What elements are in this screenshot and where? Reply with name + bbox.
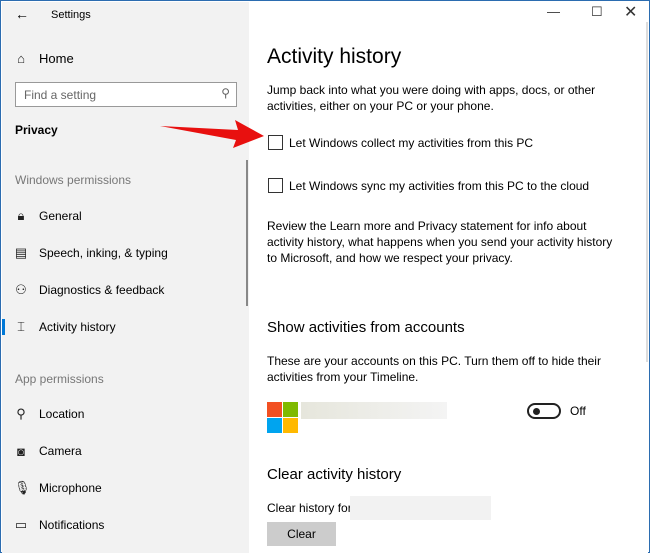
accounts-description: These are your accounts on this PC. Turn… <box>267 354 601 384</box>
minimize-button[interactable]: — <box>547 4 560 19</box>
nav-location[interactable]: ⚲ Location <box>2 399 242 429</box>
account-toggle[interactable] <box>527 403 561 419</box>
nav-label: Speech, inking, & typing <box>39 246 168 260</box>
search-input[interactable]: Find a setting ⚲ <box>15 82 237 107</box>
nav-label: Diagnostics & feedback <box>39 283 165 297</box>
location-icon: ⚲ <box>16 406 26 421</box>
sync-activities-checkbox[interactable] <box>268 178 283 193</box>
clear-heading: Clear activity history <box>267 466 402 483</box>
clear-history-for-label: Clear history for <box>267 501 352 515</box>
settings-window: ← Settings ⌂ Home Find a setting ⚲ Privac… <box>0 0 650 553</box>
category-heading: Privacy <box>15 123 58 137</box>
clipboard-icon: ▤ <box>14 245 28 260</box>
clear-button[interactable]: Clear <box>267 522 336 546</box>
sidebar-scrollbar[interactable] <box>246 160 248 306</box>
lock-icon: 🔒︎ <box>17 208 25 223</box>
nav-activity-history[interactable]: ⌶ Activity history <box>2 312 242 342</box>
nav-notifications[interactable]: ▭ Notifications <box>2 510 242 540</box>
nav-general[interactable]: 🔒︎ General <box>2 201 242 231</box>
nav-diagnostics[interactable]: ⚇ Diagnostics & feedback <box>2 275 242 305</box>
nav-label: General <box>39 209 82 223</box>
microphone-icon: 🎙︎ <box>14 480 31 495</box>
nav-label: Notifications <box>39 518 105 532</box>
page-title: Activity history <box>267 45 402 68</box>
window-title: Settings <box>51 9 91 21</box>
nav-label: Microphone <box>39 481 102 495</box>
red-arrow-annotation <box>160 120 264 148</box>
intro-text: Jump back into what you were doing with … <box>267 83 596 113</box>
review-text: Review the Learn more and Privacy statem… <box>267 219 613 265</box>
nav-microphone[interactable]: 🎙︎ Microphone <box>2 473 242 503</box>
back-button[interactable]: ← <box>15 6 29 22</box>
accounts-heading: Show activities from accounts <box>267 319 465 336</box>
camera-icon: ◙ <box>17 443 25 459</box>
nav-label: Camera <box>39 444 82 458</box>
main-scrollbar[interactable] <box>646 22 648 362</box>
nav-label: Activity history <box>39 320 116 334</box>
nav-label: Location <box>39 407 85 421</box>
search-icon: ⚲ <box>221 86 230 100</box>
nav-home[interactable]: ⌂ Home <box>2 43 242 73</box>
home-icon: ⌂ <box>17 50 25 66</box>
section-windows-permissions: Windows permissions <box>15 173 132 187</box>
feedback-icon: ⚇ <box>15 282 27 297</box>
nav-home-label: Home <box>39 50 74 66</box>
collect-activities-label: Let Windows collect my activities from t… <box>289 136 534 150</box>
maximize-button[interactable]: ☐ <box>591 4 603 20</box>
main-panel: — ☐ ✕ Activity history Jump back into wh… <box>249 2 648 553</box>
notifications-icon: ▭ <box>14 517 28 532</box>
timeline-icon: ⌶ <box>17 319 25 334</box>
account-redacted <box>350 496 491 520</box>
close-button[interactable]: ✕ <box>624 2 637 22</box>
sidebar: ← Settings ⌂ Home Find a setting ⚲ Privac… <box>2 2 249 553</box>
nav-camera[interactable]: ◙ Camera <box>2 436 242 466</box>
collect-activities-checkbox[interactable] <box>268 135 283 150</box>
toggle-state-label: Off <box>570 404 586 418</box>
sync-activities-label: Let Windows sync my activities from this… <box>289 179 590 193</box>
account-name-redacted <box>301 402 447 419</box>
section-app-permissions: App permissions <box>15 372 104 386</box>
nav-speech[interactable]: ▤ Speech, inking, & typing <box>2 238 242 268</box>
search-placeholder: Find a setting <box>24 88 97 102</box>
microsoft-logo-icon <box>267 402 299 434</box>
selected-indicator <box>2 319 5 335</box>
